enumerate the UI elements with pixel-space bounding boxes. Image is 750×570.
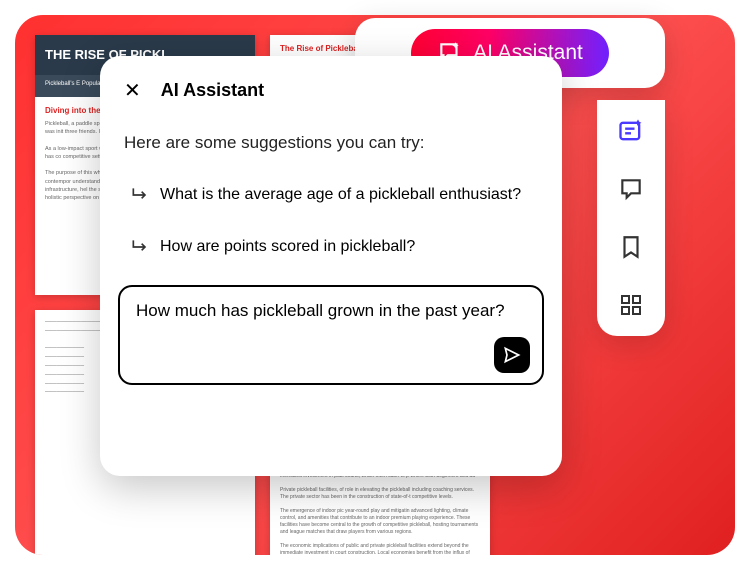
suggestion-item-2[interactable]: How are points scored in pickleball?	[118, 227, 544, 267]
reply-arrow-icon	[130, 237, 150, 257]
panel-header: ✕ AI Assistant	[100, 80, 562, 101]
grid-view-icon[interactable]	[616, 290, 646, 320]
comment-icon[interactable]	[616, 174, 646, 204]
close-icon[interactable]: ✕	[124, 81, 141, 101]
reply-arrow-icon	[130, 185, 150, 205]
suggestion-text: What is the average age of a pickleball …	[160, 186, 521, 204]
prompt-input[interactable]: How much has pickleball grown in the pas…	[118, 285, 544, 385]
send-button[interactable]	[494, 337, 530, 373]
suggestions-intro: Here are some suggestions you can try:	[100, 133, 562, 153]
panel-title: AI Assistant	[161, 80, 264, 101]
right-toolbar	[597, 100, 665, 336]
prompt-input-text: How much has pickleball grown in the pas…	[136, 301, 505, 320]
bookmark-icon[interactable]	[616, 232, 646, 262]
ai-assistant-panel: ✕ AI Assistant Here are some suggestions…	[100, 56, 562, 476]
suggestion-text: How are points scored in pickleball?	[160, 238, 415, 256]
suggestion-item-1[interactable]: What is the average age of a pickleball …	[118, 175, 544, 215]
ai-panel-icon[interactable]	[616, 116, 646, 146]
send-icon	[502, 345, 522, 365]
